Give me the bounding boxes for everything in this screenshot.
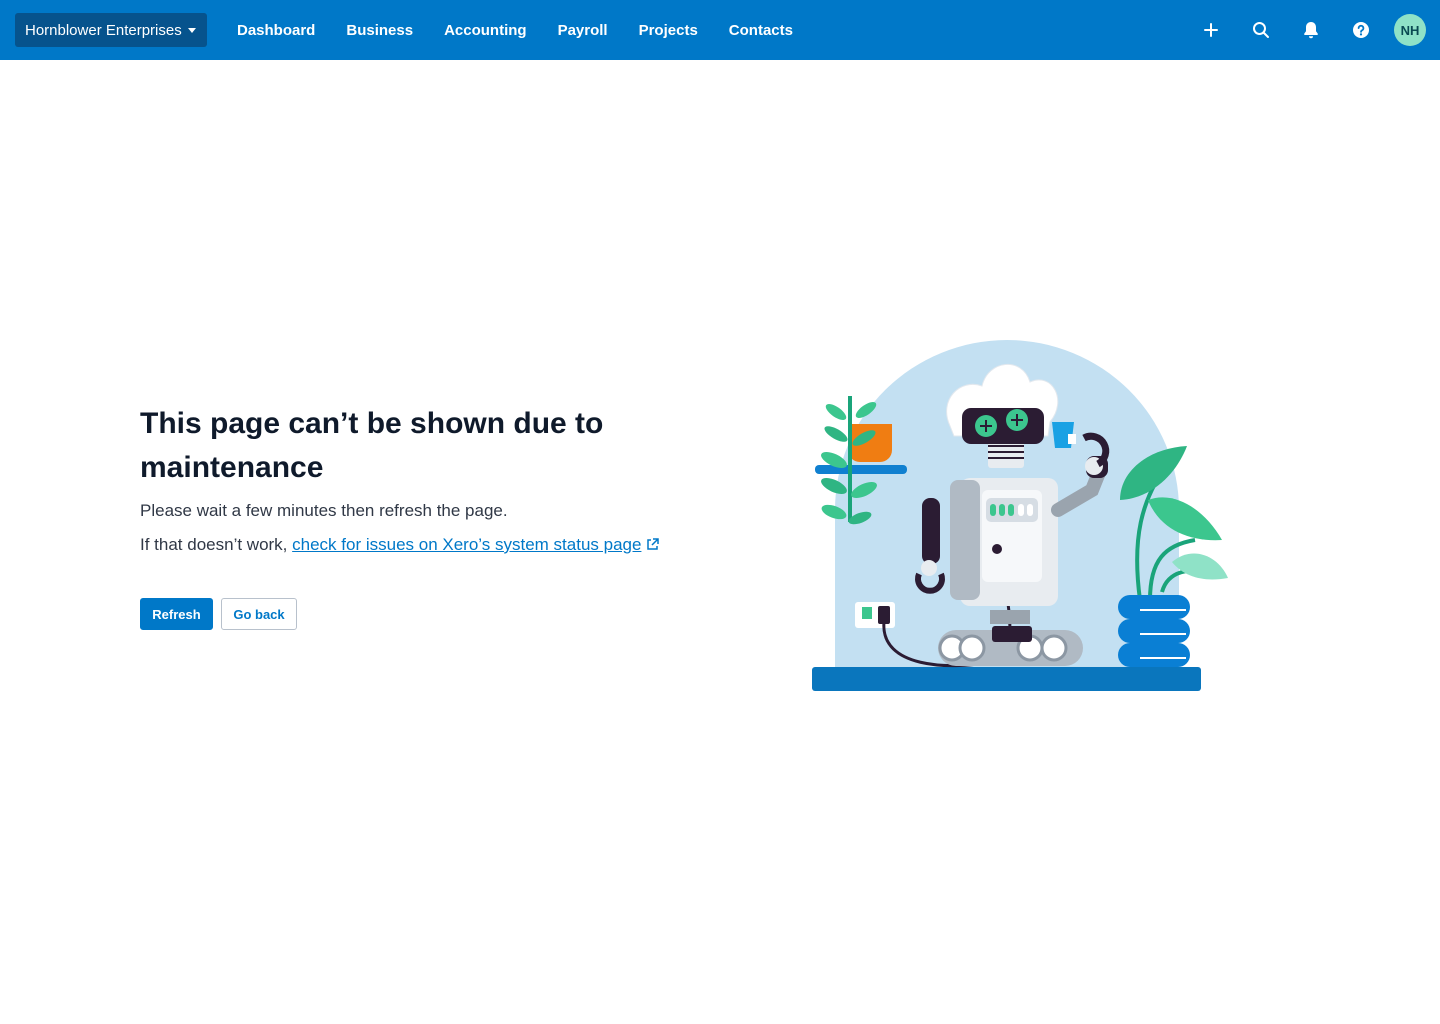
system-status-link[interactable]: check for issues on Xero’s system status…	[292, 535, 660, 554]
system-status-link-label: check for issues on Xero’s system status…	[292, 535, 642, 554]
user-avatar[interactable]: NH	[1394, 14, 1426, 46]
nav-projects[interactable]: Projects	[639, 22, 698, 39]
fallback-message: If that doesn’t work, check for issues o…	[140, 534, 720, 556]
organisation-switcher[interactable]: Hornblower Enterprises	[15, 13, 207, 47]
page-title: This page can’t be shown due to maintena…	[140, 407, 604, 484]
refresh-button[interactable]: Refresh	[140, 598, 213, 630]
nav-business[interactable]: Business	[346, 22, 413, 39]
go-back-button[interactable]: Go back	[221, 598, 297, 630]
shelf	[815, 465, 907, 474]
caret-down-icon	[187, 27, 196, 33]
robot-body	[950, 478, 1058, 606]
fallback-prefix: If that doesn’t work,	[140, 535, 288, 554]
floor	[812, 667, 1201, 691]
plus-icon[interactable]	[1194, 13, 1228, 47]
nav-payroll[interactable]: Payroll	[558, 22, 608, 39]
help-icon[interactable]	[1344, 13, 1378, 47]
nav-dashboard[interactable]: Dashboard	[237, 22, 315, 39]
external-link-icon	[647, 538, 660, 550]
action-buttons: Refresh Go back	[140, 598, 297, 630]
nav-accounting[interactable]: Accounting	[444, 22, 527, 39]
organisation-name: Hornblower Enterprises	[25, 21, 182, 39]
top-navigation-bar: Hornblower Enterprises Dashboard Busines…	[0, 0, 1440, 60]
search-icon[interactable]	[1244, 13, 1278, 47]
wait-message: Please wait a few minutes then refresh t…	[140, 501, 508, 520]
header-actions: NH	[1178, 0, 1426, 60]
blue-pot	[1118, 595, 1190, 667]
maintenance-message: This page can’t be shown due to maintena…	[140, 402, 720, 630]
robot-illustration	[812, 340, 1228, 691]
nav-contacts[interactable]: Contacts	[729, 22, 793, 39]
bell-icon[interactable]	[1294, 13, 1328, 47]
main-nav: Dashboard Business Accounting Payroll Pr…	[237, 0, 824, 60]
maintenance-robot-illustration	[800, 330, 1240, 700]
